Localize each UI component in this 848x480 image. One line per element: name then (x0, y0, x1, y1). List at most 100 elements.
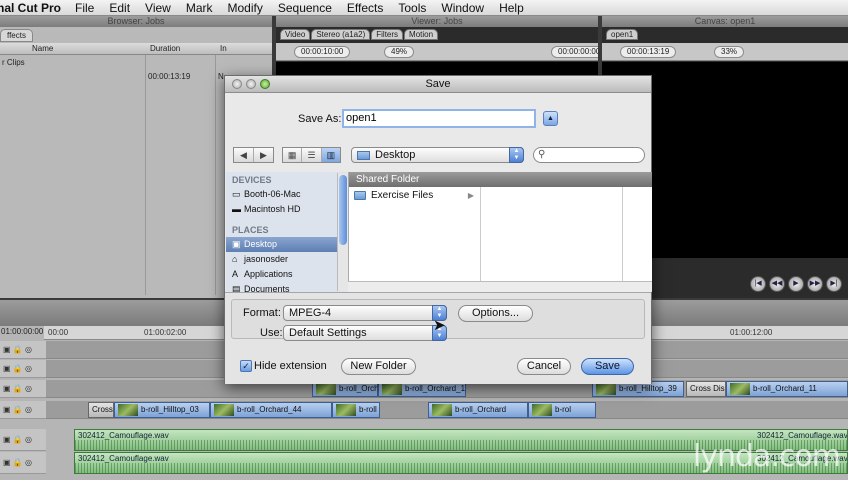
zoom-icon[interactable] (260, 79, 270, 89)
app-menu[interactable]: nal Cut Pro (0, 1, 61, 15)
canvas-duration-timecode[interactable]: 00:00:13:19 (620, 46, 677, 58)
menu-file[interactable]: File (75, 1, 94, 15)
sidebar-item-home[interactable]: ⌂ jasonosder (226, 252, 347, 267)
save-as-field[interactable]: open1 (342, 109, 536, 128)
save-dialog: Save Save As: open1 ▲ ◀ ▶ ▦ ☰ ▥ Desktop … (224, 75, 652, 384)
tab-effects[interactable]: ffects (0, 29, 33, 42)
tab-open1[interactable]: open1 (606, 29, 639, 40)
dialog-title: Save (425, 78, 451, 90)
viewer-duration-timecode[interactable]: 00:00:10:00 (294, 46, 351, 58)
menu-bar: nal Cut Pro File Edit View Mark Modify S… (0, 0, 848, 16)
sidebar-item-desktop[interactable]: ▣ Desktop (226, 237, 347, 252)
viewer-title: Viewer: Jobs (276, 16, 598, 27)
folder-item[interactable]: Exercise Files ▶ (353, 189, 478, 203)
sidebar-header-places: PLACES (232, 225, 269, 235)
track-controls[interactable]: ▣ 🔒 ◎ (0, 360, 46, 378)
column-duration[interactable]: Duration (150, 44, 180, 53)
viewer-zoom-popup[interactable]: 49% (384, 46, 415, 58)
minimize-icon[interactable] (246, 79, 256, 89)
hide-extension-checkbox[interactable]: ✓ (240, 360, 252, 372)
next-edit-icon[interactable]: ▶▶ (807, 276, 823, 292)
use-label: Use: (260, 327, 283, 339)
canvas-title: Canvas: open1 (602, 16, 848, 27)
menu-tools[interactable]: Tools (398, 1, 426, 15)
tab-motion[interactable]: Motion (404, 29, 439, 40)
timeline-clip[interactable]: b-roll_Orchard (428, 402, 528, 418)
ruler-tick-label: 00:00 (48, 328, 69, 337)
viewer-current-timecode[interactable]: 00:00:00:00 (551, 46, 598, 58)
timeline-clip[interactable]: b-roll (332, 402, 380, 418)
location-popup[interactable]: Desktop ▲ ▼ (351, 147, 524, 163)
timeline-current-timecode[interactable]: 01:00:00:00 (0, 327, 44, 336)
track-controls[interactable]: ▣ 🔒 ◎ (0, 380, 46, 398)
save-button[interactable]: Save (581, 358, 634, 375)
menu-edit[interactable]: Edit (109, 1, 130, 15)
sidebar-item-documents[interactable]: ▤ Documents (226, 282, 347, 292)
timeline-clip[interactable]: b-roll_Orchard_11 (726, 381, 848, 397)
sidebar-item-booth[interactable]: ▭ Booth-06-Mac (226, 187, 347, 202)
list-view-icon[interactable]: ☰ (302, 148, 322, 162)
audio-clip-label: 302412_Camouflage.wav (78, 454, 169, 463)
home-icon: ⌂ (232, 254, 238, 264)
column-in[interactable]: In (220, 44, 227, 53)
track-controls[interactable]: ▣ 🔒 ◎ (0, 341, 46, 359)
search-field[interactable]: ⚲ (533, 147, 645, 163)
menu-effects[interactable]: Effects (347, 1, 383, 15)
sidebar-item-macintosh-hd[interactable]: ▬ Macintosh HD (226, 202, 347, 217)
icon-view-icon[interactable]: ▦ (283, 148, 303, 162)
menu-modify[interactable]: Modify (228, 1, 263, 15)
back-icon[interactable]: ◀ (234, 148, 254, 162)
format-popup[interactable]: MPEG-4 ▲ ▼ (283, 305, 447, 321)
cancel-button[interactable]: Cancel (517, 358, 571, 375)
play-in-to-out-icon[interactable]: |◀ (750, 276, 766, 292)
column-view-icon[interactable]: ▥ (321, 148, 340, 162)
timeline-clip[interactable]: b-roll_Orchard_44 (210, 402, 332, 418)
ruler-tick-label: 01:00:12:00 (730, 328, 773, 337)
play-around-icon[interactable]: ▶| (826, 276, 842, 292)
use-popup[interactable]: Default Settings ▲ ▼ (283, 325, 447, 341)
browser-row-name[interactable]: r Clips (2, 58, 25, 67)
new-folder-button[interactable]: New Folder (341, 358, 416, 375)
menu-view[interactable]: View (145, 1, 171, 15)
close-icon[interactable] (232, 79, 242, 89)
expand-dialog-button[interactable]: ▲ (543, 111, 558, 126)
timeline-clip[interactable]: b-rol (528, 402, 596, 418)
sidebar-header-devices: DEVICES (232, 175, 272, 185)
track-controls[interactable]: ▣ 🔒 ◎ (0, 429, 46, 451)
track-controls[interactable]: ▣ 🔒 ◎ (0, 452, 46, 474)
menu-help[interactable]: Help (499, 1, 524, 15)
column-name[interactable]: Name (32, 44, 53, 53)
search-icon: ⚲ (538, 149, 546, 160)
browser-column-header: Name Duration In (0, 43, 272, 55)
timeline-transition[interactable]: Cross (88, 402, 114, 418)
sidebar-item-applications[interactable]: A Applications (226, 267, 347, 282)
back-forward-control: ◀ ▶ (233, 147, 274, 163)
tab-stereo[interactable]: Stereo (a1a2) (311, 29, 371, 40)
browser-row-duration: 00:00:13:19 (148, 72, 191, 81)
format-label: Format: (243, 307, 281, 319)
timeline-clip[interactable]: b-roll_Hilltop_03 (114, 402, 210, 418)
play-icon[interactable]: ▶ (788, 276, 804, 292)
browser-row-in: N (218, 72, 224, 81)
menu-window[interactable]: Window (441, 1, 484, 15)
viewer-controls-bar: 00:00:10:00 49% 00:00:00:00 (276, 43, 598, 61)
tab-video[interactable]: Video (280, 29, 311, 40)
ruler-tick-label: 01:00:02:00 (144, 328, 187, 337)
menu-sequence[interactable]: Sequence (278, 1, 332, 15)
transport-controls: |◀ ◀◀ ▶ ▶▶ ▶| (750, 276, 842, 292)
menu-mark[interactable]: Mark (186, 1, 213, 15)
track-controls[interactable]: ▣ 🔒 ◎ (0, 401, 46, 419)
canvas-zoom-popup[interactable]: 33% (714, 46, 745, 58)
desktop-icon: ▣ (232, 239, 241, 249)
forward-icon[interactable]: ▶ (254, 148, 273, 162)
browser-horizontal-scrollbar[interactable] (348, 281, 652, 292)
options-button[interactable]: Options... (458, 305, 533, 322)
hide-extension-label[interactable]: Hide extension (254, 360, 327, 372)
timeline-transition[interactable]: Cross Dis (686, 381, 726, 397)
canvas-controls-bar: 00:00:13:19 33% (602, 43, 848, 61)
browser-column-header: Shared Folder (349, 172, 652, 187)
sidebar-scrollbar[interactable] (337, 173, 348, 291)
previous-edit-icon[interactable]: ◀◀ (769, 276, 785, 292)
dialog-sidebar: DEVICES ▭ Booth-06-Mac ▬ Macintosh HD PLAC… (226, 172, 347, 292)
tab-filters[interactable]: Filters (371, 29, 404, 40)
